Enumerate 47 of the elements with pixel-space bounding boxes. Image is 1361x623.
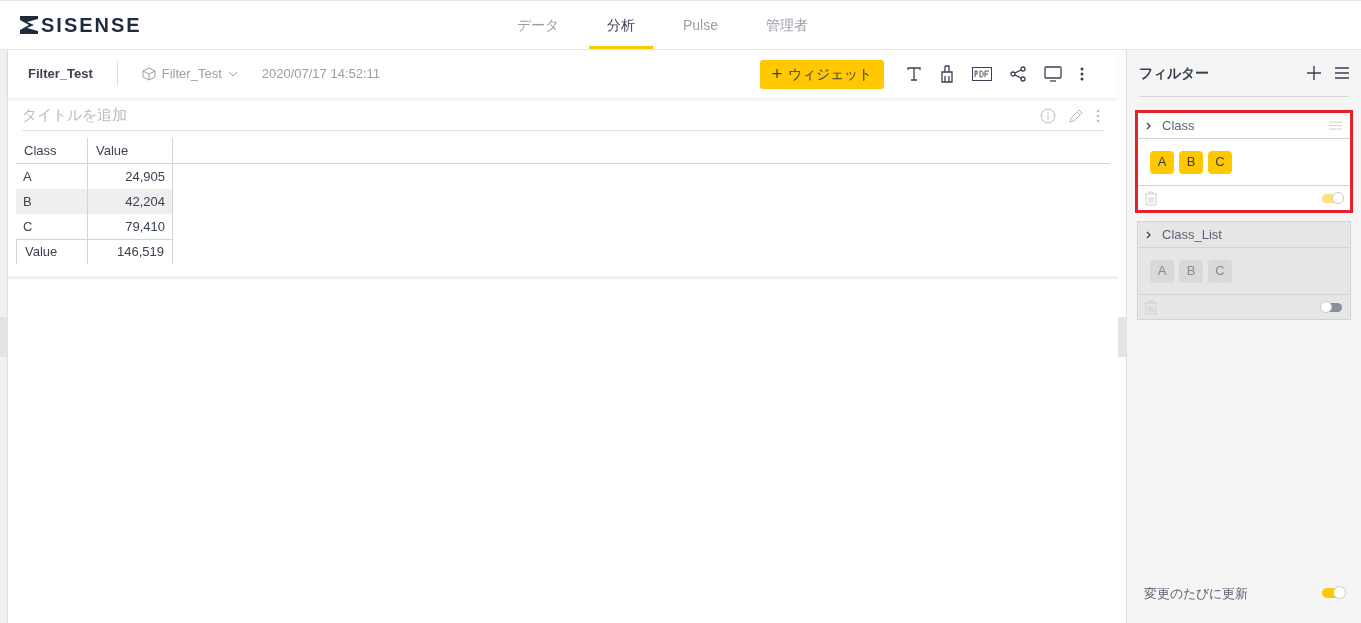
total-cell: 146,519	[87, 239, 173, 264]
cube-icon	[141, 67, 156, 81]
column-header: Value	[87, 138, 173, 163]
filter-value-chip[interactable]: C	[1208, 150, 1232, 174]
filter-name[interactable]: Class	[1162, 115, 1195, 136]
auto-update-label: 変更のたびに更新	[1144, 584, 1248, 603]
table-cell: 24,905	[87, 164, 173, 189]
chevron-right-icon[interactable]	[1146, 121, 1151, 130]
filter-panel-title: フィルター	[1139, 63, 1209, 83]
share-icon[interactable]	[1010, 66, 1026, 82]
nav-tab[interactable]: 管理者	[748, 1, 827, 49]
nav-tab[interactable]: Pulse	[665, 1, 737, 49]
text-icon[interactable]	[906, 66, 922, 82]
total-cell: Value	[16, 239, 87, 264]
chevron-down-icon	[227, 71, 238, 77]
pdf-icon[interactable]	[972, 67, 992, 81]
nav-tab[interactable]: データ	[499, 1, 577, 49]
last-updated-time: 2020/07/17 14:52:11	[261, 65, 381, 84]
pencil-icon[interactable]	[1068, 107, 1084, 124]
drag-handle-icon[interactable]	[1329, 121, 1342, 130]
monitor-icon[interactable]	[1044, 66, 1062, 82]
table-cell: 42,204	[87, 189, 173, 214]
menu-icon[interactable]	[1335, 67, 1349, 79]
filter-value-chip[interactable]: A	[1150, 150, 1174, 174]
filter-value-chip[interactable]: B	[1179, 150, 1203, 174]
add-widget-button[interactable]: + ウィジェット	[760, 59, 884, 89]
filter-value-chip[interactable]: B	[1179, 259, 1203, 283]
logo-wordmark: SISENSE	[41, 15, 142, 35]
more-icon[interactable]	[1080, 67, 1084, 81]
add-icon[interactable]	[1307, 66, 1321, 80]
filter-value-chip[interactable]: C	[1208, 259, 1232, 283]
filter-value-chip[interactable]: A	[1150, 259, 1174, 283]
chevron-right-icon[interactable]	[1146, 230, 1151, 239]
dashboard-title: Filter_Test	[28, 65, 93, 84]
filter-name[interactable]: Class_List	[1162, 224, 1222, 245]
nav-tab[interactable]: 分析	[589, 1, 653, 49]
filter-toggle[interactable]	[1322, 193, 1342, 203]
paintbrush-icon[interactable]	[940, 65, 954, 83]
info-icon[interactable]	[1040, 107, 1056, 124]
filter-toggle[interactable]	[1322, 302, 1342, 312]
auto-update-toggle[interactable]	[1322, 588, 1344, 599]
datasource-dropdown[interactable]: Filter_Test	[141, 64, 238, 84]
column-header: Class	[23, 141, 58, 160]
table-cell: 79,410	[87, 214, 173, 239]
logo-icon	[20, 16, 38, 34]
table-cell: B	[16, 189, 87, 214]
widget-title-placeholder[interactable]: タイトルを追加	[22, 104, 127, 127]
